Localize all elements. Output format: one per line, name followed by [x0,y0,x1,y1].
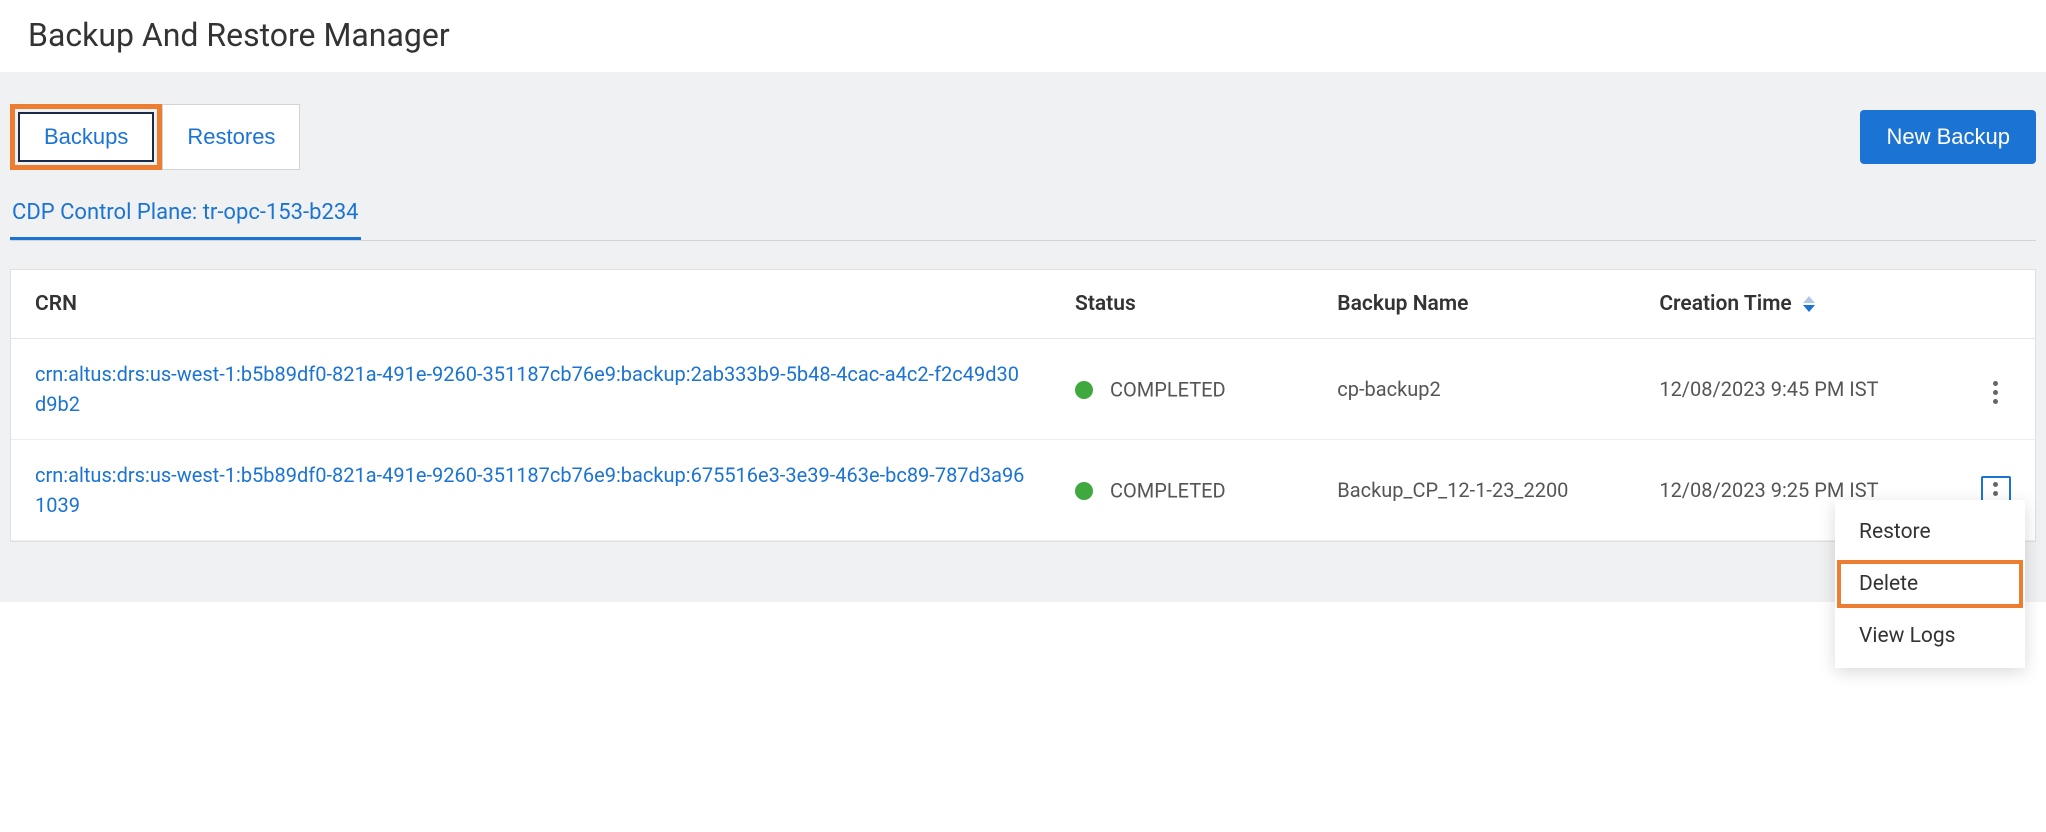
tab-group: Backups Restores [10,104,300,170]
status-dot-icon [1075,482,1093,500]
crn-link[interactable]: crn:altus:drs:us-west-1:b5b89df0-821a-49… [35,463,1024,517]
status-dot-icon [1075,381,1093,399]
time-cell: 12/08/2023 9:45 PM IST [1635,339,1957,440]
status-cell: COMPLETED [1051,339,1313,440]
col-header-actions [1957,270,2035,339]
subtab-row: CDP Control Plane: tr-opc-153-b234 [10,190,2036,241]
col-header-time-label: Creation Time [1659,292,1791,316]
backups-table: CRN Status Backup Name Creation Time cr [10,269,2036,542]
actions-cell [1957,339,2035,440]
new-backup-button[interactable]: New Backup [1860,110,2036,164]
status-text: COMPLETED [1110,479,1226,503]
highlight-backups-tab: Backups [10,104,162,170]
col-header-status[interactable]: Status [1051,270,1313,339]
name-cell: Backup_CP_12-1-23_2200 [1313,440,1635,541]
menu-item-restore[interactable]: Restore [1835,506,2025,558]
table-row: crn:altus:drs:us-west-1:b5b89df0-821a-49… [11,339,2035,440]
tab-backups[interactable]: Backups [18,112,154,162]
row-actions-button[interactable] [1981,375,2011,411]
crn-link[interactable]: crn:altus:drs:us-west-1:b5b89df0-821a-49… [35,362,1019,416]
status-text: COMPLETED [1110,378,1226,402]
status-cell: COMPLETED [1051,440,1313,541]
name-cell: cp-backup2 [1313,339,1635,440]
col-header-crn[interactable]: CRN [11,270,1051,339]
col-header-name[interactable]: Backup Name [1313,270,1635,339]
content-area: Backups Restores New Backup CDP Control … [0,72,2046,602]
row-actions-menu: Restore Delete View Logs [1835,500,2025,668]
sort-icon [1803,296,1815,312]
page-title: Backup And Restore Manager [0,0,2046,72]
tab-restores[interactable]: Restores [162,104,300,170]
actions-cell: Restore Delete View Logs [1957,440,2035,541]
toolbar: Backups Restores New Backup [10,104,2036,170]
menu-item-view-logs[interactable]: View Logs [1835,610,2025,662]
crn-cell: crn:altus:drs:us-west-1:b5b89df0-821a-49… [11,440,1051,541]
crn-cell: crn:altus:drs:us-west-1:b5b89df0-821a-49… [11,339,1051,440]
col-header-time[interactable]: Creation Time [1635,270,1957,339]
table-row: crn:altus:drs:us-west-1:b5b89df0-821a-49… [11,440,2035,541]
menu-item-delete[interactable]: Delete [1835,558,2025,610]
subtab-control-plane[interactable]: CDP Control Plane: tr-opc-153-b234 [10,190,361,240]
